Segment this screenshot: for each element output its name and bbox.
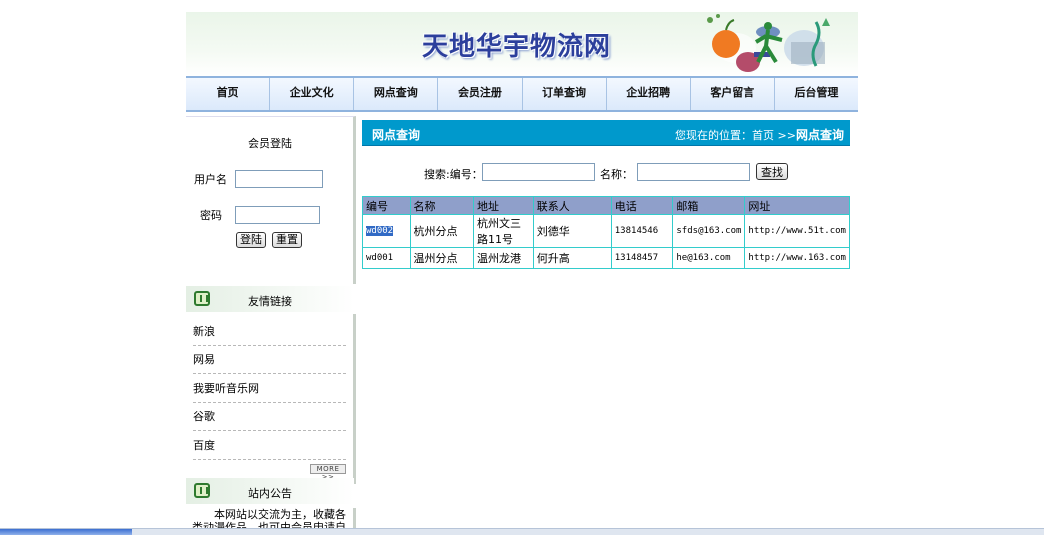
cell-name: 杭州分点 bbox=[409, 214, 475, 248]
login-button[interactable]: 登陆 bbox=[236, 232, 266, 248]
nav-order-query[interactable]: 订单查询 bbox=[523, 78, 607, 110]
main-nav: 首页 企业文化 网点查询 会员注册 订单查询 企业招聘 客户留言 后台管理 bbox=[186, 76, 858, 112]
main-title: 网点查询 bbox=[372, 128, 421, 142]
col-header-website: 网址 bbox=[744, 196, 850, 215]
col-header-phone: 电话 bbox=[610, 196, 674, 215]
cell-website: http://www.51t.com bbox=[744, 214, 850, 248]
reset-button[interactable]: 重置 bbox=[272, 232, 302, 248]
breadcrumb-current: 网点查询 bbox=[795, 128, 844, 142]
site-title: 天地华宇物流网 bbox=[422, 32, 612, 62]
cell-number: wd001 bbox=[362, 247, 411, 269]
col-header-contact: 联系人 bbox=[532, 196, 612, 215]
col-header-name: 名称 bbox=[409, 196, 475, 215]
links-header: 友情链接 bbox=[186, 286, 354, 312]
col-header-number: 编号 bbox=[362, 196, 411, 215]
cell-phone: 13814546 bbox=[610, 214, 674, 248]
taskbar-start-area bbox=[0, 529, 132, 535]
link-google[interactable]: 谷歌 bbox=[193, 403, 346, 431]
left-sidebar: 会员登陆 用户名 密码 登陆 重置 友情链接 新浪 网易 我要听音乐网 谷歌 百… bbox=[186, 116, 356, 535]
breadcrumb: 您现在的位置：首页 >>网点查询 bbox=[675, 126, 844, 143]
table-header-row: 编号 名称 地址 联系人 电话 邮箱 网址 bbox=[362, 196, 850, 215]
notice-header: 站内公告 bbox=[186, 478, 354, 504]
search-number-label: 搜索:编号： bbox=[424, 168, 483, 181]
nav-culture[interactable]: 企业文化 bbox=[270, 78, 355, 110]
breadcrumb-prefix: 您现在的位置：首页 >> bbox=[675, 129, 796, 142]
username-input[interactable] bbox=[235, 170, 323, 188]
link-netease[interactable]: 网易 bbox=[193, 346, 346, 374]
selected-text: wd002 bbox=[366, 226, 394, 236]
nav-recruit[interactable]: 企业招聘 bbox=[607, 78, 691, 110]
password-input[interactable] bbox=[235, 206, 320, 224]
search-bar: 搜索:编号： 名称： 查找 bbox=[362, 160, 850, 184]
taskbar-strip bbox=[0, 528, 1044, 535]
link-music[interactable]: 我要听音乐网 bbox=[193, 375, 346, 403]
table-row[interactable]: wd001 温州分点 温州龙港 何升高 13148457 he@163.com … bbox=[362, 247, 850, 269]
outlet-table: 编号 名称 地址 联系人 电话 邮箱 网址 wd002 杭州分点 杭州文三路11… bbox=[362, 196, 850, 269]
main-content: 网点查询 您现在的位置：首页 >>网点查询 搜索:编号： 名称： 查找 编号 名… bbox=[362, 120, 850, 420]
notice-title: 站内公告 bbox=[248, 487, 292, 500]
cell-number: wd002 bbox=[362, 214, 411, 248]
nav-outlet-query[interactable]: 网点查询 bbox=[354, 78, 439, 110]
nav-home[interactable]: 首页 bbox=[186, 78, 271, 110]
login-panel: 会员登陆 用户名 密码 登陆 重置 bbox=[186, 116, 356, 284]
username-label: 用户名 bbox=[194, 173, 227, 186]
col-header-email: 邮箱 bbox=[672, 196, 746, 215]
cell-email: sfds@163.com bbox=[672, 214, 746, 248]
cell-contact: 何升高 bbox=[532, 247, 612, 269]
login-title: 会员登陆 bbox=[248, 137, 292, 150]
friend-links: 新浪 网易 我要听音乐网 谷歌 百度 MORE >> bbox=[186, 314, 356, 484]
name-search-input[interactable] bbox=[637, 163, 750, 181]
link-sina[interactable]: 新浪 bbox=[193, 318, 346, 346]
banner-illustration bbox=[707, 14, 830, 72]
notebook-icon bbox=[194, 483, 210, 498]
main-header: 网点查询 您现在的位置：首页 >>网点查询 bbox=[362, 120, 850, 146]
cell-address: 温州龙港 bbox=[473, 247, 534, 269]
col-header-address: 地址 bbox=[473, 196, 534, 215]
cell-contact: 刘德华 bbox=[532, 214, 612, 248]
search-name-label: 名称： bbox=[600, 168, 633, 181]
cell-name: 温州分点 bbox=[409, 247, 475, 269]
notebook-icon bbox=[194, 291, 210, 306]
links-title: 友情链接 bbox=[248, 295, 292, 308]
number-search-input[interactable] bbox=[482, 163, 595, 181]
cell-phone: 13148457 bbox=[610, 247, 674, 269]
more-button[interactable]: MORE >> bbox=[310, 464, 346, 481]
table-row[interactable]: wd002 杭州分点 杭州文三路11号 刘德华 13814546 sfds@16… bbox=[362, 214, 850, 248]
site-banner: 天地华宇物流网 bbox=[186, 12, 858, 76]
link-baidu[interactable]: 百度 bbox=[193, 432, 346, 460]
nav-admin[interactable]: 后台管理 bbox=[775, 78, 858, 110]
nav-register[interactable]: 会员注册 bbox=[438, 78, 523, 110]
page-container: 天地华宇物流网 首页 企业文化 网点查询 会员注册 订单查询 企业招聘 客户留言… bbox=[186, 12, 858, 535]
password-label: 密码 bbox=[200, 209, 222, 222]
find-button[interactable]: 查找 bbox=[756, 163, 788, 180]
cell-address: 杭州文三路11号 bbox=[473, 214, 534, 248]
nav-message[interactable]: 客户留言 bbox=[691, 78, 775, 110]
cell-website: http://www.163.com bbox=[744, 247, 850, 269]
cell-email: he@163.com bbox=[672, 247, 746, 269]
